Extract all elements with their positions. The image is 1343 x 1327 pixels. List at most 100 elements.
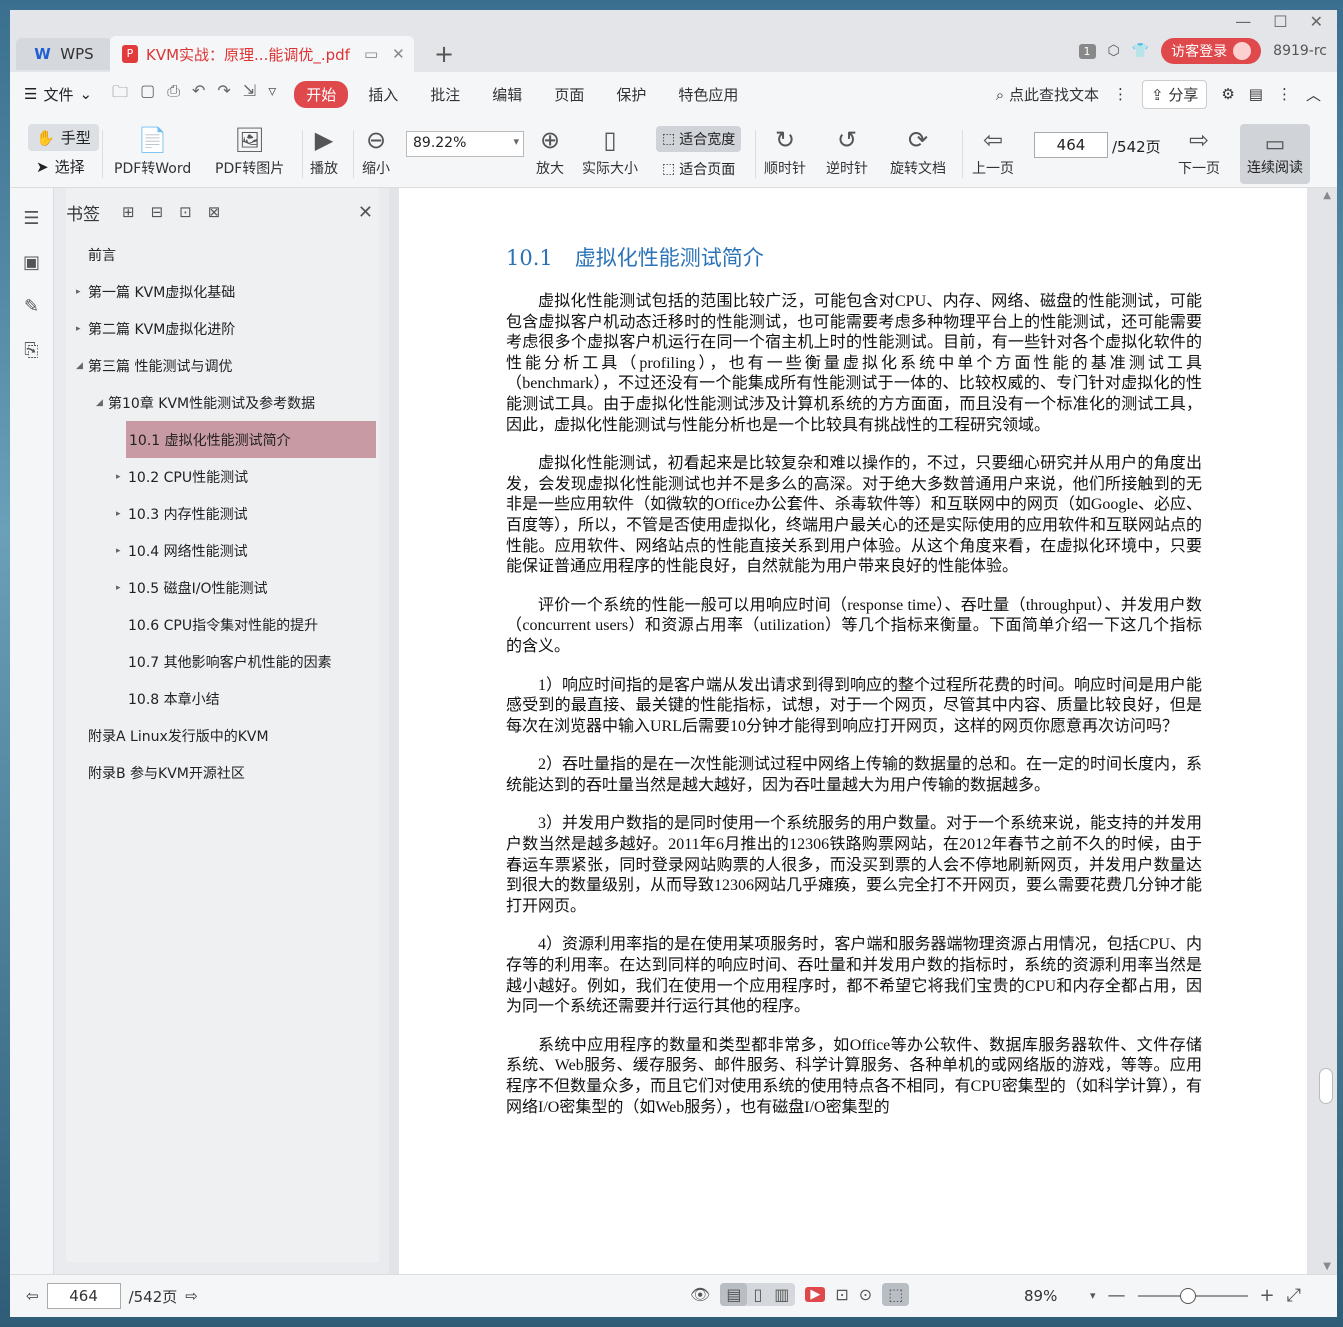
find-text[interactable]: ⌕ 点此查找文本: [996, 84, 1099, 105]
pdf-to-image-button[interactable]: 🖼 PDF转图片: [215, 122, 284, 178]
pdf-to-word-button[interactable]: 📄 PDF转Word: [114, 122, 191, 178]
scroll-down-icon[interactable]: ▼: [1323, 1261, 1331, 1272]
comment-icon[interactable]: ▤: [1249, 85, 1263, 103]
zoom-out-button[interactable]: ⊖ 缩小: [362, 122, 390, 178]
bookmark-item[interactable]: ◢ 第10章 KVM性能测试及参考数据: [66, 384, 379, 421]
export-icon[interactable]: ⇲: [243, 81, 256, 108]
zoom-track[interactable]: [1137, 1287, 1248, 1304]
gear-icon[interactable]: ⚙: [1221, 85, 1234, 103]
bookmark-item[interactable]: 10.1 虚拟化性能测试简介: [126, 421, 376, 458]
more-dropdown-icon[interactable]: ▿: [268, 81, 276, 108]
menu-edit[interactable]: 编辑: [480, 81, 534, 108]
zoom-select[interactable]: 89.22%: [406, 131, 524, 157]
expand-arrow-icon[interactable]: ▸: [116, 472, 121, 482]
fullscreen-icon[interactable]: ⤢: [1287, 1285, 1301, 1306]
two-page-icon[interactable]: ▥: [768, 1283, 795, 1306]
login-button[interactable]: 访客登录: [1161, 38, 1262, 64]
add-tab-icon[interactable]: +: [434, 40, 454, 68]
bookmark-item[interactable]: 附录A Linux发行版中的KVM: [66, 717, 379, 754]
expand-arrow-icon[interactable]: ▸: [116, 509, 121, 519]
minimize-icon[interactable]: —: [1235, 12, 1251, 31]
skin-icon[interactable]: 👕: [1132, 43, 1149, 59]
collapse-ribbon-icon[interactable]: ︿: [1306, 84, 1321, 105]
play-slideshow-icon[interactable]: ▶: [805, 1287, 826, 1302]
zoom-knob[interactable]: [1179, 1287, 1196, 1304]
print-icon[interactable]: ⎙: [167, 81, 180, 108]
menu-protect[interactable]: 保护: [604, 81, 658, 108]
collapse-arrow-icon[interactable]: ◢: [96, 398, 103, 408]
fit-page-status-icon[interactable]: ⊙: [859, 1285, 872, 1304]
rotate-clockwise-button[interactable]: ↻ 顺时针: [764, 122, 806, 178]
bookmark-item[interactable]: ▸ 10.3 内存性能测试: [66, 495, 379, 532]
pin-tab-icon[interactable]: ▭: [364, 45, 378, 63]
thumbnail-icon[interactable]: ▣: [21, 252, 43, 274]
expand-arrow-icon[interactable]: ▸: [76, 324, 81, 334]
bookmark-item[interactable]: 附录B 参与KVM开源社区: [66, 754, 379, 791]
status-page-input[interactable]: 464: [46, 1283, 121, 1309]
continuous-reading-button[interactable]: ▭ 连续阅读: [1240, 124, 1310, 184]
expand-arrow-icon[interactable]: ▸: [116, 583, 121, 593]
bookmark-item[interactable]: ◢ 第三篇 性能测试与调优: [66, 347, 379, 384]
zoom-dropdown-icon[interactable]: ▾: [1090, 1289, 1096, 1302]
menu-start[interactable]: 开始: [294, 80, 349, 108]
zoom-plus-icon[interactable]: +: [1260, 1285, 1275, 1306]
add-bookmark-icon[interactable]: ⊡: [179, 203, 192, 221]
close-window-icon[interactable]: ✕: [1310, 12, 1323, 31]
next-page-icon[interactable]: ⇨: [185, 1287, 198, 1305]
expand-all-icon[interactable]: ⊞: [122, 203, 135, 221]
prev-page-icon[interactable]: ⇦: [26, 1287, 39, 1305]
save-icon[interactable]: ▢: [140, 81, 155, 108]
scrollbar-thumb[interactable]: [1319, 1068, 1333, 1104]
more-vertical-icon[interactable]: ⋮: [1113, 85, 1128, 103]
expand-arrow-icon[interactable]: ▸: [76, 287, 81, 297]
hand-tool[interactable]: ✋ 手型: [28, 124, 99, 151]
redo-icon[interactable]: ↷: [217, 81, 230, 108]
collapse-all-icon[interactable]: ⊟: [151, 203, 164, 221]
bookmark-item[interactable]: ▸ 第二篇 KVM虚拟化进阶: [66, 310, 379, 347]
rotate-counterclockwise-button[interactable]: ↺ 逆时针: [826, 122, 868, 178]
shield-icon[interactable]: ⬡: [1108, 43, 1120, 59]
maximize-icon[interactable]: ☐: [1273, 12, 1287, 31]
close-tab-icon[interactable]: ✕: [392, 45, 405, 63]
bookmark-item[interactable]: ▸ 10.5 磁盘I/O性能测试: [66, 569, 379, 606]
bookmark-item[interactable]: 10.7 其他影响客户机性能的因素: [66, 643, 379, 680]
document-view[interactable]: 10.1 虚拟化性能测试简介 虚拟化性能测试包括的范围比较广泛，可能包含对CPU、…: [389, 188, 1337, 1274]
zoom-in-button[interactable]: ⊕ 放大: [536, 122, 564, 178]
next-page-button[interactable]: ⇨ 下一页: [1178, 122, 1220, 178]
zoom-percentage[interactable]: 89%: [1024, 1287, 1057, 1305]
bookmark-item[interactable]: ▸ 第一篇 KVM虚拟化基础: [66, 273, 379, 310]
window-count-badge[interactable]: 1: [1078, 43, 1096, 59]
eye-protection-icon[interactable]: 👁: [690, 1285, 710, 1304]
single-page-icon[interactable]: ▯: [747, 1283, 768, 1306]
scroll-up-icon[interactable]: ▲: [1323, 190, 1331, 201]
collapse-arrow-icon[interactable]: ◢: [76, 361, 83, 371]
bookmark-item[interactable]: 10.8 本章小结: [66, 680, 379, 717]
file-menu[interactable]: ☰ 文件 ⌄: [24, 84, 92, 105]
wps-home-tab[interactable]: W WPS: [16, 38, 112, 70]
share-button[interactable]: ⇪ 分享: [1141, 79, 1208, 109]
document-tab[interactable]: P KVM实战：原理...能调优_.pdf ▭ ✕: [110, 36, 414, 72]
menu-insert[interactable]: 插入: [356, 81, 410, 108]
menu-special[interactable]: 特色应用: [666, 81, 750, 108]
continuous-layout-icon[interactable]: ▤: [720, 1283, 748, 1306]
bookmark-item[interactable]: 前言: [66, 236, 379, 273]
menu-annotate[interactable]: 批注: [418, 81, 472, 108]
close-panel-icon[interactable]: ✕: [358, 202, 373, 223]
bookmark-icon[interactable]: ⊠: [208, 203, 221, 221]
menu-page[interactable]: 页面: [542, 81, 596, 108]
expand-arrow-icon[interactable]: ▸: [116, 546, 121, 556]
select-tool[interactable]: ➤ 选择: [28, 153, 99, 180]
undo-icon[interactable]: ↶: [192, 81, 205, 108]
bookmark-item[interactable]: 10.6 CPU指令集对性能的提升: [66, 606, 379, 643]
open-folder-icon[interactable]: 🗀: [112, 81, 128, 108]
zoom-minus-icon[interactable]: —: [1108, 1285, 1126, 1306]
fit-width-button[interactable]: ⬚ 适合宽度: [656, 126, 742, 152]
bookmark-item[interactable]: ▸ 10.2 CPU性能测试: [66, 458, 379, 495]
more-options-icon[interactable]: ⋮: [1277, 85, 1292, 103]
actual-size-status-icon[interactable]: ⊡: [835, 1285, 848, 1304]
actual-size-button[interactable]: ▯ 实际大小: [582, 122, 638, 178]
fit-page-button[interactable]: ⬚ 适合页面: [656, 156, 741, 182]
attachment-icon[interactable]: ⎘: [21, 340, 43, 362]
bookmark-list-icon[interactable]: ☰: [21, 208, 43, 230]
rotate-document-button[interactable]: ⟳ 旋转文档: [890, 122, 946, 178]
